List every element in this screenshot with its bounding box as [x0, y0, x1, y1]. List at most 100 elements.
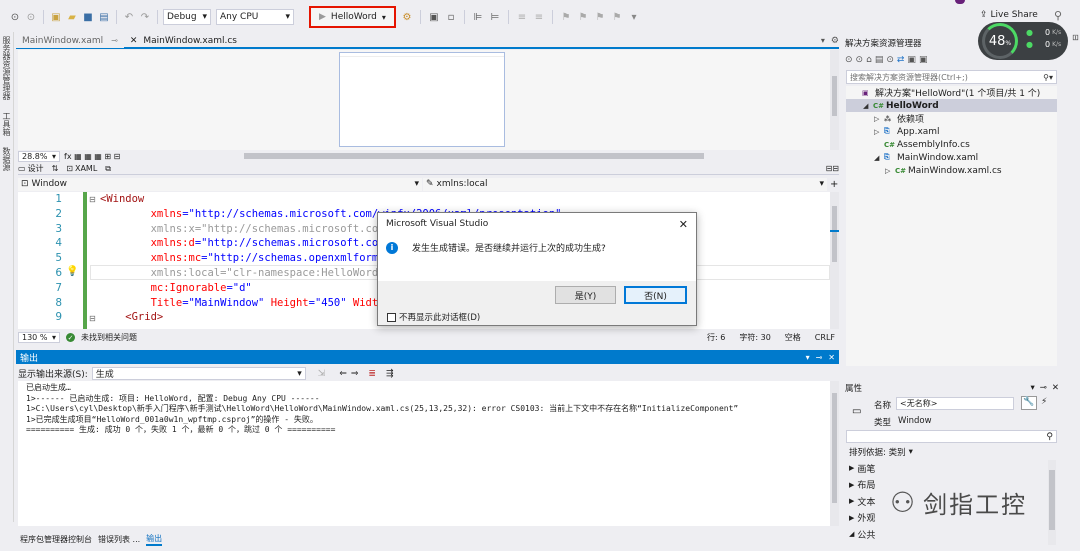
indent-icon[interactable]: ⊨: [488, 9, 502, 25]
screenshot-icon[interactable]: ▣: [427, 9, 441, 25]
redo-icon[interactable]: ↷: [138, 9, 152, 25]
back-icon[interactable]: ⊙: [8, 9, 22, 25]
expand-toggle-icon[interactable]: ▷: [874, 128, 884, 136]
tab-design[interactable]: ▭ 设计: [18, 163, 44, 174]
properties-view-icon[interactable]: 🔧: [1021, 396, 1037, 410]
tree-item[interactable]: ▷ C# MainWindow.xaml.cs: [846, 164, 1057, 177]
properties-search[interactable]: ⚲: [846, 430, 1057, 443]
find-message-icon[interactable]: ⇲: [318, 369, 326, 379]
tree-item[interactable]: ▷ ⁂ 依赖项: [846, 112, 1057, 126]
property-category[interactable]: ▶ 画笔: [846, 460, 1050, 477]
sidebar-tab-toolbox[interactable]: 工具箱: [1, 112, 12, 136]
expand-toggle-icon[interactable]: ◢: [874, 154, 884, 162]
events-view-icon[interactable]: ⚡: [1041, 397, 1047, 407]
tree-item[interactable]: ◢ ⎘ MainWindow.xaml: [846, 151, 1057, 164]
designer-window-preview[interactable]: [339, 52, 505, 147]
tree-item[interactable]: ▷ ⎘ App.xaml: [846, 125, 1057, 138]
expand-icon[interactable]: ▶: [849, 514, 854, 522]
scroll-thumb[interactable]: [832, 76, 837, 116]
collapse-icon[interactable]: ⊟: [89, 195, 96, 204]
undo-icon[interactable]: ↶: [122, 9, 136, 25]
output-text-area[interactable]: 已启动生成… 1>------ 已启动生成: 项目: HelloWord, 配置:…: [18, 381, 830, 526]
expand-toggle-icon[interactable]: ◢: [863, 102, 873, 110]
show-all-files-icon[interactable]: ▣: [919, 55, 928, 65]
tree-item[interactable]: ▣ 解决方案"HelloWord"(1 个项目/共 1 个): [846, 86, 1057, 100]
solution-search-box[interactable]: 搜索解决方案资源管理器(Ctrl+;) ⚲▾: [846, 70, 1057, 84]
collapse-all-icon[interactable]: ▣: [907, 55, 916, 65]
lightbulb-icon[interactable]: 💡: [66, 266, 78, 277]
tab-overflow-icon[interactable]: ▾: [821, 36, 825, 45]
tab-error-list[interactable]: 错误列表 ...: [98, 534, 140, 545]
config-select[interactable]: Debug ▾: [163, 9, 211, 25]
grid-icon[interactable]: fx ▦ ▦ ▦ ⊞ ⊟: [64, 152, 120, 161]
close-icon[interactable]: ✕: [130, 36, 138, 46]
tree-item[interactable]: ◢ C# HelloWord: [846, 99, 1057, 112]
expand-icon[interactable]: ▶: [849, 464, 854, 472]
collapse-icon[interactable]: ◢: [849, 530, 854, 538]
nav-member-select[interactable]: ✎ xmlns:local ▾: [423, 177, 827, 191]
open-file-icon[interactable]: ▰: [65, 9, 79, 25]
pin-icon[interactable]: ⊸: [111, 36, 118, 45]
sync-icon[interactable]: ⇄: [897, 55, 905, 65]
no-button[interactable]: 否(N): [624, 286, 687, 304]
property-category[interactable]: ◢ 公共: [846, 526, 1050, 543]
pending-changes-icon[interactable]: ⊙: [886, 55, 894, 65]
panel-menu-icon[interactable]: ▾: [1030, 383, 1034, 393]
line-ending[interactable]: CRLF: [815, 333, 835, 342]
browser-link-icon[interactable]: ⚙: [400, 9, 414, 25]
expand-toggle-icon[interactable]: ▷: [885, 167, 895, 175]
tab-xaml[interactable]: ⊡ XAML: [66, 164, 97, 173]
issues-status[interactable]: 未找到相关问题: [81, 332, 137, 343]
live-share-button[interactable]: ⇪ Live Share: [980, 10, 1038, 20]
tab-mainwindow-xaml-cs[interactable]: ✕ MainWindow.xaml.cs: [124, 33, 243, 48]
add-split-icon[interactable]: +: [830, 179, 838, 190]
split-layout-icon[interactable]: ⊟⊟: [826, 164, 839, 173]
expand-icon[interactable]: ▶: [849, 481, 854, 489]
clear-all-icon[interactable]: ≣: [368, 369, 376, 379]
expand-icon[interactable]: ▶: [849, 497, 854, 505]
panel-menu-icon[interactable]: ▾: [806, 353, 810, 362]
nav-type-select[interactable]: ⊡ Window ▾: [18, 177, 422, 191]
toolbar-overflow-icon[interactable]: ▾: [627, 9, 641, 25]
sidebar-tab-server-explorer[interactable]: 服务器资源管理器: [1, 36, 12, 100]
platform-select[interactable]: Any CPU ▾: [216, 9, 294, 25]
collapse-icon[interactable]: ⊟: [89, 314, 96, 323]
pin-icon[interactable]: ⊸: [816, 353, 823, 362]
new-project-icon[interactable]: ▣: [49, 9, 63, 25]
scroll-thumb[interactable]: [832, 206, 837, 262]
back-icon[interactable]: ⊙: [845, 55, 853, 65]
properties-sort[interactable]: 排列依据: 类别 ▾: [849, 446, 913, 458]
forward-icon[interactable]: ⊙: [856, 55, 864, 65]
designer-vscroll[interactable]: [830, 50, 839, 150]
home-icon[interactable]: ⌂: [866, 55, 872, 65]
account-icon[interactable]: ⚲: [1054, 9, 1062, 22]
bookmark-prev-icon[interactable]: ⚑: [576, 9, 590, 25]
bookmark-clear-icon[interactable]: ⚑: [610, 9, 624, 25]
hot-reload-icon[interactable]: ▫: [444, 9, 458, 25]
bookmark-icon[interactable]: ⚑: [559, 9, 573, 25]
bookmark-next-icon[interactable]: ⚑: [593, 9, 607, 25]
pin-icon[interactable]: ⊸: [1040, 383, 1047, 393]
output-vscroll[interactable]: [830, 381, 839, 526]
output-source-select[interactable]: 生成 ▾: [91, 367, 306, 380]
yes-button[interactable]: 是(Y): [555, 286, 616, 304]
code-line[interactable]: <Window: [100, 192, 593, 207]
editor-vscroll[interactable]: [830, 192, 839, 329]
sidebar-tab-data-sources[interactable]: 数据源: [1, 147, 12, 171]
prev-message-icon[interactable]: ⇐: [339, 369, 347, 379]
forward-icon[interactable]: ⊙: [24, 9, 38, 25]
align-icon[interactable]: ⊫: [471, 9, 485, 25]
scroll-thumb[interactable]: [832, 393, 837, 503]
editor-zoom-select[interactable]: 130 % ▾: [18, 332, 60, 343]
name-input[interactable]: <无名称>: [896, 397, 1014, 410]
word-wrap-icon[interactable]: ⇶: [386, 369, 394, 379]
tab-package-manager-console[interactable]: 程序包管理器控制台: [20, 534, 92, 545]
save-icon[interactable]: ■: [81, 9, 95, 25]
switch-views-icon[interactable]: ▤: [875, 55, 884, 65]
tab-output[interactable]: 输出: [146, 533, 163, 546]
uncomment-icon[interactable]: ≡: [532, 9, 546, 25]
designer-zoom-select[interactable]: 28.8% ▾: [18, 150, 60, 162]
tab-mainwindow-xaml[interactable]: MainWindow.xaml ⊸: [16, 33, 124, 48]
swap-icon[interactable]: ⇅: [52, 164, 59, 173]
close-icon[interactable]: ✕: [828, 353, 835, 362]
